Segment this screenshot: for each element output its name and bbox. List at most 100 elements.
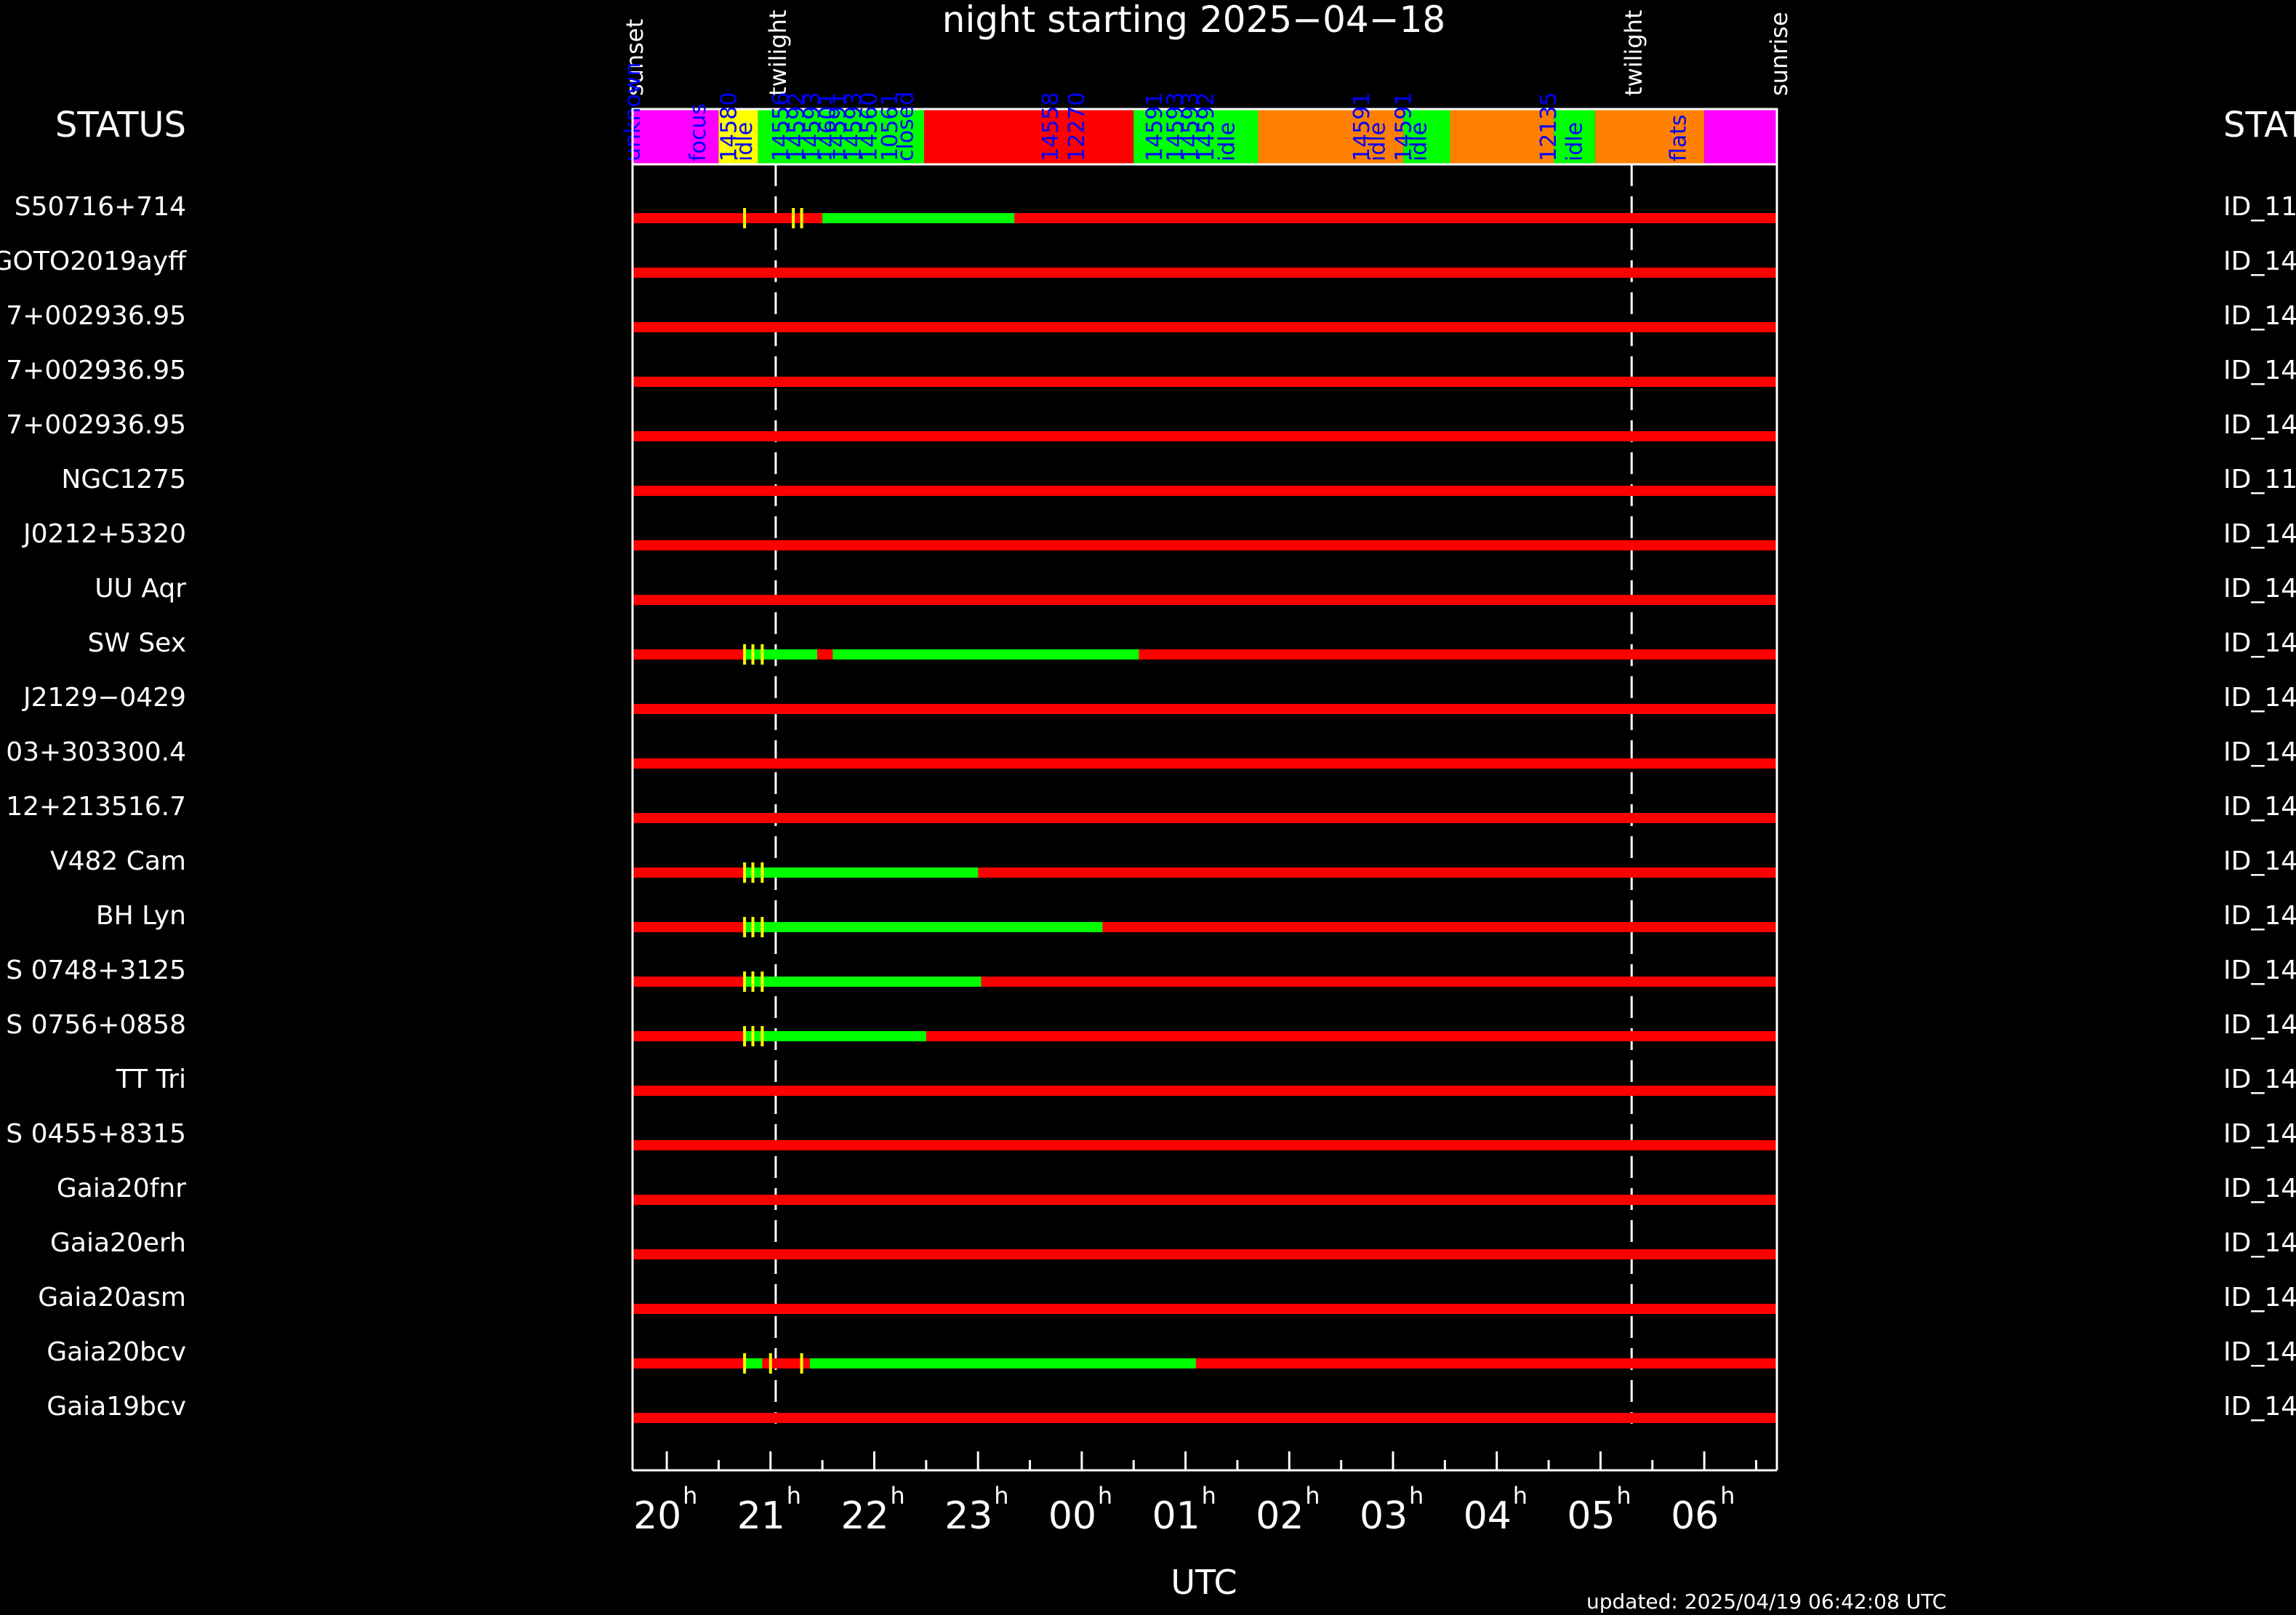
tick-label: 05 — [1567, 1494, 1615, 1538]
target-name: TT Tri — [116, 1065, 186, 1094]
row-background-bar — [633, 1249, 1777, 1259]
exposure-mark — [751, 644, 755, 665]
target-id: ID_14 — [2223, 1283, 2296, 1313]
chart-title: night starting 2025−04−18 — [942, 0, 1445, 41]
target-id: ID_14 — [2223, 1337, 2296, 1367]
status-label: 14558 — [1038, 92, 1064, 161]
exposure-mark — [743, 1026, 747, 1046]
row-background-bar — [633, 213, 1777, 223]
target-name: SW Sex — [87, 628, 186, 658]
status-label: 12270 — [1064, 92, 1090, 161]
target-name: 7+002936.95 — [6, 301, 186, 331]
tick-label-unit: h — [1305, 1482, 1320, 1510]
target-name: S 0455+8315 — [6, 1119, 186, 1149]
night-schedule-chart: night starting 2025−04−18 STATUS STAT su… — [0, 0, 2296, 1614]
row-background-bar — [633, 704, 1777, 714]
status-label: idle — [1562, 122, 1588, 161]
status-label: flats — [1666, 114, 1691, 161]
target-id: ID_14 — [2223, 1174, 2296, 1203]
exposure-mark — [743, 862, 747, 883]
tick-label-unit: h — [1513, 1482, 1528, 1510]
target-name: Gaia20bcv — [47, 1337, 186, 1367]
tick-label-unit: h — [994, 1482, 1008, 1510]
target-name: 7+002936.95 — [6, 410, 186, 440]
row-background-bar — [633, 431, 1777, 441]
row-background-bar — [633, 1304, 1777, 1314]
row-background-bar — [633, 486, 1777, 496]
exposure-mark — [760, 644, 764, 665]
tick-label: 06 — [1671, 1494, 1719, 1538]
target-name: S 0748+3125 — [6, 955, 186, 985]
target-rows: S50716+714 ID_11 GOTO2019ayff ID_14 7+002936… — [0, 192, 2296, 1423]
tick-label: 02 — [1256, 1494, 1304, 1538]
observation-bar — [822, 213, 1015, 223]
tick-label-unit: h — [787, 1482, 801, 1510]
status-bar: unknown focus 14580idle 1455614592145931460… — [620, 63, 1778, 166]
observation-bar — [744, 1031, 926, 1041]
target-id: ID_14 — [2223, 301, 2296, 331]
tick-label: 23 — [944, 1494, 992, 1538]
observation-bar — [744, 1358, 763, 1368]
status-segment — [923, 109, 1134, 164]
tick-label: 20 — [633, 1494, 681, 1538]
target-name: 03+303300.4 — [6, 737, 186, 767]
target-id: ID_14 — [2223, 574, 2296, 604]
target-name: 12+213516.7 — [6, 792, 186, 822]
target-id: ID_14 — [2223, 1392, 2296, 1422]
x-axis-label: UTC — [1171, 1563, 1237, 1602]
tick-label-unit: h — [1098, 1482, 1112, 1510]
event-label: twilight — [764, 9, 792, 96]
target-id: ID_14 — [2223, 1228, 2296, 1258]
target-id: ID_14 — [2223, 901, 2296, 931]
target-id: ID_14 — [2223, 955, 2296, 985]
row-background-bar — [633, 540, 1777, 550]
exposure-mark — [768, 1353, 772, 1374]
target-name: S 0756+0858 — [6, 1010, 186, 1040]
row-background-bar — [633, 758, 1777, 769]
updated-timestamp: updated: 2025/04/19 06:42:08 UTC — [1586, 1590, 1946, 1614]
status-segment — [1704, 109, 1777, 164]
tick-label: 01 — [1152, 1494, 1200, 1538]
event-label: twilight — [1620, 9, 1647, 96]
tick-label-unit: h — [1616, 1482, 1631, 1510]
observation-bar — [744, 649, 818, 660]
exposure-mark — [751, 917, 755, 937]
target-name: NGC1275 — [61, 465, 186, 494]
row-background-bar — [633, 813, 1777, 823]
row-background-bar — [633, 1358, 1777, 1368]
target-id: ID_14 — [2223, 1119, 2296, 1149]
exposure-mark — [751, 862, 755, 883]
target-name: S50716+714 — [15, 192, 186, 222]
tick-label: 00 — [1048, 1494, 1096, 1538]
exposure-mark — [760, 971, 764, 992]
target-name: BH Lyn — [96, 901, 186, 931]
target-id: ID_14 — [2223, 1065, 2296, 1094]
observation-bar — [810, 1358, 1196, 1368]
target-name: Gaia20erh — [50, 1228, 186, 1258]
exposure-mark — [760, 1026, 764, 1046]
tick-label: 22 — [840, 1494, 888, 1538]
event-label: sunrise — [1765, 12, 1793, 96]
target-name: Gaia20asm — [38, 1283, 186, 1313]
exposure-mark — [792, 208, 795, 228]
exposure-mark — [751, 971, 755, 992]
row-background-bar — [633, 595, 1777, 605]
status-label-left: STATUS — [55, 105, 186, 145]
target-name: Gaia20fnr — [57, 1174, 186, 1203]
target-name: GOTO2019ayff — [0, 247, 187, 276]
status-label: 12135 — [1536, 92, 1562, 161]
target-id: ID_11 — [2223, 192, 2296, 222]
status-label: focus — [686, 103, 711, 161]
exposure-mark — [743, 208, 747, 228]
status-label: idle — [1407, 122, 1432, 161]
status-label: closed — [893, 92, 918, 161]
row-background-bar — [633, 1086, 1777, 1096]
target-name: 7+002936.95 — [6, 356, 186, 385]
target-id: ID_14 — [2223, 247, 2296, 276]
exposure-mark — [800, 1353, 803, 1374]
target-id: ID_14 — [2223, 737, 2296, 767]
exposure-mark — [760, 917, 764, 937]
status-label: idle — [732, 122, 758, 161]
row-background-bar — [633, 1140, 1777, 1150]
exposure-mark — [743, 971, 747, 992]
